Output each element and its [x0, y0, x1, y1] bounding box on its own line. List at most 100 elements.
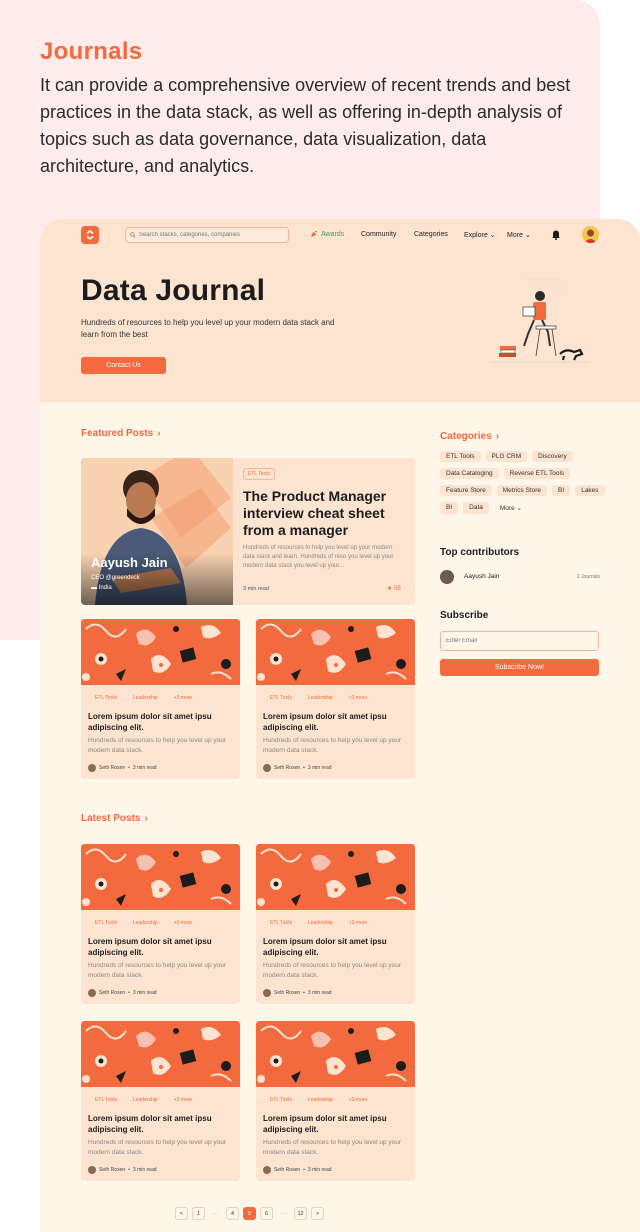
subscribe-button[interactable]: Subscribe Now!	[440, 659, 599, 676]
category-chip[interactable]: PLG CRM	[485, 451, 528, 462]
contributor-avatar	[440, 570, 454, 584]
featured-author-country: ▬ India	[91, 585, 112, 591]
featured-post-title[interactable]: The Product Manager interview cheat shee…	[243, 488, 403, 539]
hero-subtitle: Hundreds of resources to help you level …	[81, 318, 335, 339]
post-card-read-time: 3 min read	[132, 765, 157, 771]
post-card-tag[interactable]: +3 more	[170, 694, 196, 702]
prev-page-button[interactable]: <	[175, 1207, 188, 1220]
category-chip[interactable]: BI	[440, 502, 459, 514]
categories-heading[interactable]: Categories ›	[440, 431, 499, 442]
chevron-right-icon: ›	[144, 813, 148, 824]
post-card-author: Seth Rosen	[274, 1167, 301, 1173]
nav-explore[interactable]: Explore ⌄	[464, 231, 496, 239]
post-card-tag[interactable]: +3 more	[170, 1096, 196, 1104]
post-card-image	[256, 619, 415, 685]
post-card-tag[interactable]: +3 more	[170, 919, 196, 927]
category-chip[interactable]: More ⌄	[494, 502, 528, 514]
nav-awards-label: Awards	[321, 230, 345, 238]
post-card-tag[interactable]: ETL Tools	[266, 694, 296, 702]
post-card-tag[interactable]: Leadership	[129, 919, 162, 927]
category-chip[interactable]: Discovery	[532, 451, 573, 462]
category-chip[interactable]: BI	[552, 485, 571, 496]
nav-more[interactable]: More ⌄	[507, 231, 531, 239]
post-card[interactable]: ETL Tools Leadership +3 more Lorem ipsum do…	[81, 619, 240, 779]
post-card-title[interactable]: Lorem ipsum dolor sit amet ipsu adipisci…	[88, 936, 238, 958]
post-card-tag[interactable]: +3 more	[345, 919, 371, 927]
post-card-read-time: 3 min read	[132, 990, 157, 996]
post-card-tag[interactable]: Leadership	[304, 1096, 337, 1104]
next-page-button[interactable]: >	[311, 1207, 324, 1220]
post-card-tag[interactable]: +3 more	[345, 1096, 371, 1104]
nav-community[interactable]: Community	[361, 231, 396, 238]
user-avatar[interactable]	[582, 226, 599, 243]
featured-author-role: CEO @greendeck	[91, 575, 140, 581]
post-card-title[interactable]: Lorem ipsum dolor sit amet ipsu adipisci…	[263, 711, 413, 733]
featured-posts-heading[interactable]: Featured Posts ›	[81, 428, 161, 439]
post-card-image	[81, 619, 240, 685]
post-card-tag[interactable]: Leadership	[129, 694, 162, 702]
category-chip[interactable]: ETL Tools	[440, 451, 481, 462]
post-card-title[interactable]: Lorem ipsum dolor sit amet ipsu adipisci…	[263, 936, 413, 958]
search-box[interactable]	[125, 227, 289, 243]
post-card-desc: Hundreds of resources to help you level …	[263, 962, 402, 979]
post-card-meta: Seth Rosen • 3 min read	[263, 1166, 332, 1174]
contact-us-button[interactable]: Contact Us	[81, 357, 166, 374]
post-card-tags: ETL Tools Leadership +3 more	[91, 1096, 196, 1104]
intro-text: It can provide a comprehensive overview …	[40, 75, 571, 176]
post-card-title[interactable]: Lorem ipsum dolor sit amet ipsu adipisci…	[88, 1113, 238, 1135]
post-card[interactable]: ETL Tools Leadership +3 more Lorem ipsum do…	[256, 844, 415, 1004]
post-card-read-time: 3 min read	[307, 765, 332, 771]
subscribe-heading: Subscribe	[440, 610, 489, 621]
category-chip[interactable]: Data	[463, 502, 489, 514]
nav-awards[interactable]: Awards	[310, 230, 344, 238]
pagination-ellipsis: ···	[277, 1207, 290, 1220]
category-chip[interactable]: Metrics Store	[496, 485, 548, 496]
latest-posts-heading[interactable]: Latest Posts ›	[81, 813, 148, 824]
post-card[interactable]: ETL Tools Leadership +3 more Lorem ipsum do…	[256, 1021, 415, 1181]
page-button[interactable]: 6	[260, 1207, 273, 1220]
post-card-desc: Hundreds of resources to help you level …	[263, 737, 402, 754]
page-title: Data Journal	[81, 274, 266, 307]
intro-section: Journals It can provide a comprehensive …	[40, 38, 580, 180]
post-card-tag[interactable]: ETL Tools	[91, 694, 121, 702]
category-chip[interactable]: Lakes	[575, 485, 605, 496]
post-card-author: Seth Rosen	[99, 1167, 126, 1173]
post-card-tag[interactable]: Leadership	[129, 1096, 162, 1104]
post-card-image	[256, 844, 415, 910]
category-chip[interactable]: Reverse ETL Tools	[503, 468, 571, 479]
post-card-tag[interactable]: ETL Tools	[266, 919, 296, 927]
post-card-title[interactable]: Lorem ipsum dolor sit amet ipsu adipisci…	[263, 1113, 413, 1135]
post-card[interactable]: ETL Tools Leadership +3 more Lorem ipsum do…	[81, 844, 240, 1004]
post-card-tag[interactable]: +3 more	[345, 694, 371, 702]
contributor-row[interactable]: Aayush Jain 2 Journals	[440, 570, 600, 584]
bell-icon[interactable]	[551, 229, 561, 240]
post-card-tag[interactable]: ETL Tools	[91, 1096, 121, 1104]
post-card-meta: Seth Rosen • 3 min read	[88, 764, 157, 772]
post-card-author: Seth Rosen	[274, 765, 301, 771]
featured-author-name: Aayush Jain	[91, 555, 168, 570]
email-field[interactable]	[440, 631, 599, 651]
post-card-tag[interactable]: ETL Tools	[91, 919, 121, 927]
post-card-title[interactable]: Lorem ipsum dolor sit amet ipsu adipisci…	[88, 711, 238, 733]
app-frame: Awards Community Categories Explore ⌄ Mo…	[40, 219, 640, 1232]
page-button[interactable]: 1	[192, 1207, 205, 1220]
post-card-tag[interactable]: ETL Tools	[266, 1096, 296, 1104]
featured-post-tag[interactable]: ETL Tools	[243, 468, 275, 480]
page-button[interactable]: 12	[294, 1207, 307, 1220]
page-button[interactable]: 5	[243, 1207, 256, 1220]
featured-post-card[interactable]: Aayush Jain CEO @greendeck ▬ India ETL T…	[81, 458, 415, 605]
nav-categories[interactable]: Categories	[414, 231, 448, 238]
logo-icon[interactable]	[81, 226, 99, 244]
post-card-image	[81, 1021, 240, 1087]
page-button[interactable]: 4	[226, 1207, 239, 1220]
search-input[interactable]	[138, 232, 288, 238]
post-card-tag[interactable]: Leadership	[304, 919, 337, 927]
pagination-ellipsis: ···	[209, 1207, 222, 1220]
category-chip[interactable]: Data Cataloging	[440, 468, 499, 479]
post-card-tag[interactable]: Leadership	[304, 694, 337, 702]
post-card[interactable]: ETL Tools Leadership +3 more Lorem ipsum do…	[81, 1021, 240, 1181]
post-card[interactable]: ETL Tools Leadership +3 more Lorem ipsum do…	[256, 619, 415, 779]
party-icon	[310, 230, 317, 238]
nav-more-label: More	[507, 232, 523, 239]
category-chip[interactable]: Feature Store	[440, 485, 492, 496]
